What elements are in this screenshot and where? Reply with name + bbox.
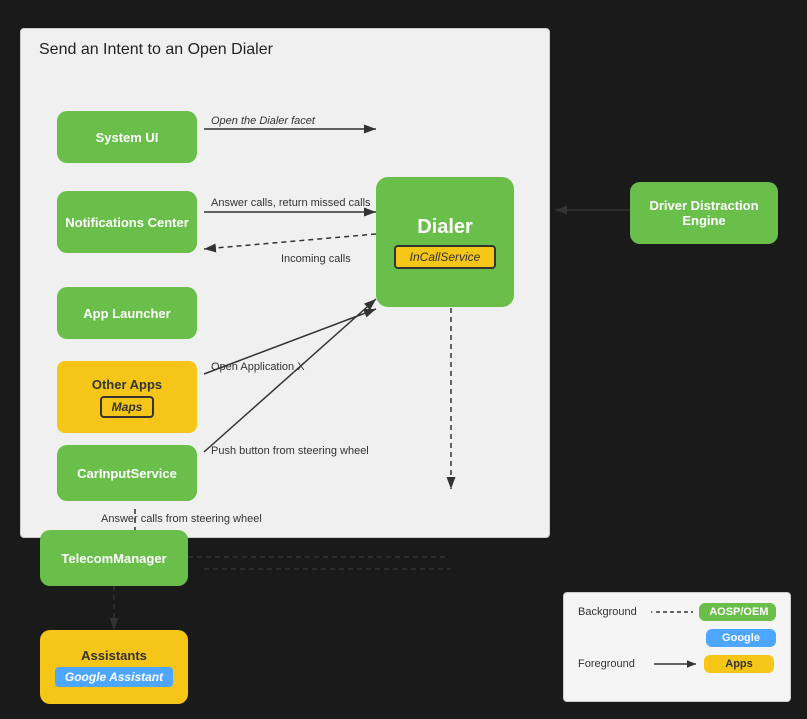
- diagram-title: Send an Intent to an Open Dialer: [39, 41, 273, 59]
- driver-distraction-engine-box: Driver Distraction Engine: [630, 182, 778, 244]
- notifications-center-box: Notifications Center: [57, 191, 197, 253]
- incoming-calls-label: Incoming calls: [281, 253, 351, 265]
- other-apps-box: Other Apps Maps: [57, 361, 197, 433]
- answer-calls-steering-label: Answer calls from steering wheel: [101, 513, 262, 525]
- legend-background-row: Background AOSP/OEM: [578, 603, 776, 621]
- open-application-x-label: Open Application X: [211, 361, 305, 373]
- answer-calls-label: Answer calls, return missed calls: [211, 197, 371, 209]
- open-dialer-label: Open the Dialer facet: [211, 115, 315, 127]
- main-diagram: Send an Intent to an Open Dialer Syste: [20, 28, 550, 538]
- app-launcher-box: App Launcher: [57, 287, 197, 339]
- dialer-box: Dialer InCallService: [376, 177, 514, 307]
- system-ui-box: System UI: [57, 111, 197, 163]
- push-button-label: Push button from steering wheel: [211, 445, 369, 457]
- legend-box: Background AOSP/OEM Google Foreground: [563, 592, 791, 702]
- legend-google-row: Google: [578, 629, 776, 647]
- legend-background-arrow: [651, 606, 693, 618]
- car-input-service-box: CarInputService: [57, 445, 197, 501]
- legend-foreground-row: Foreground Apps: [578, 655, 776, 673]
- assistants-box: Assistants Google Assistant: [40, 630, 188, 704]
- legend-aosp-box: AOSP/OEM: [699, 603, 776, 621]
- telecom-manager-box: TelecomManager: [40, 530, 188, 586]
- legend-foreground-label: Foreground: [578, 658, 648, 670]
- legend-foreground-arrow: [654, 658, 698, 670]
- legend-background-label: Background: [578, 606, 645, 618]
- legend-google-box: Google: [706, 629, 776, 647]
- in-call-service-box: InCallService: [394, 245, 497, 269]
- google-assistant-inner-box: Google Assistant: [55, 667, 173, 687]
- legend-apps-box: Apps: [704, 655, 774, 673]
- maps-inner-box: Maps: [100, 396, 155, 418]
